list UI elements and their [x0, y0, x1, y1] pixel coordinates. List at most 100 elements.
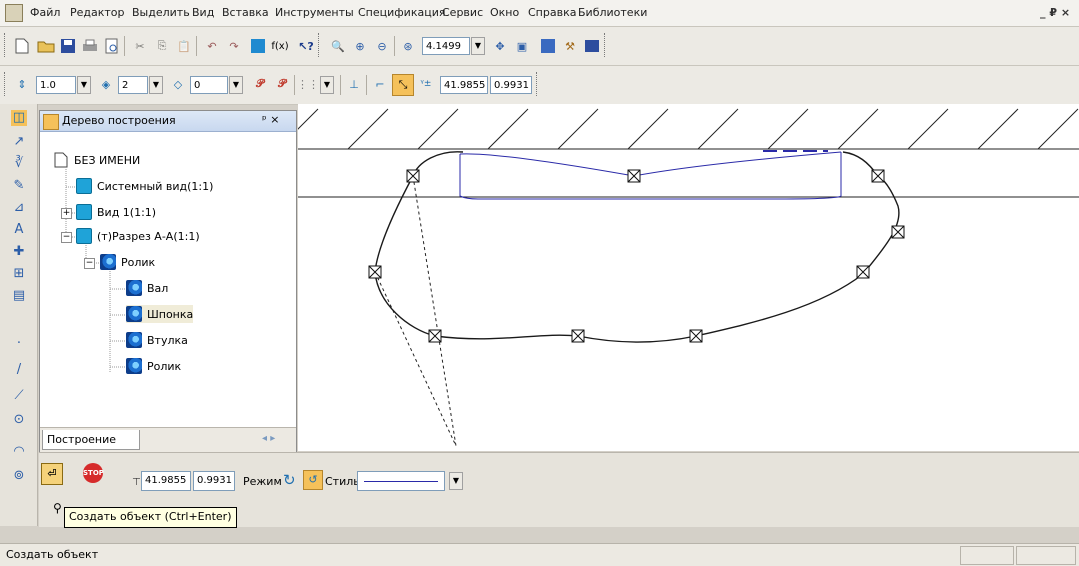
style-dropdown-chevron-icon[interactable]: ▼ — [229, 76, 243, 94]
stop-icon[interactable]: STOP — [83, 463, 104, 483]
menu-select[interactable]: Выделить — [132, 6, 190, 19]
style-label: Стиль — [325, 475, 360, 488]
line-icon[interactable]: / — [11, 362, 27, 378]
tree-item-key[interactable]: Шпонка — [126, 305, 194, 323]
pan-icon[interactable]: ✥ — [490, 36, 510, 56]
app-icon[interactable] — [5, 4, 23, 22]
segment-icon[interactable]: ⟋ — [11, 388, 27, 404]
local-cs-icon[interactable]: ⊥ — [344, 74, 364, 94]
line-style-dropdown-chevron-icon[interactable]: ▼ — [449, 472, 463, 490]
zoom-out-icon[interactable]: ⊖ — [372, 36, 392, 56]
menu-help[interactable]: Справка — [528, 6, 576, 19]
manager-icon[interactable] — [582, 36, 602, 56]
cut-icon[interactable]: ✂ — [130, 36, 150, 56]
coord-y-field[interactable]: 0.9931 — [490, 76, 532, 94]
menu-editor[interactable]: Редактор — [70, 6, 125, 19]
editing-icon[interactable]: ✎ — [11, 178, 27, 194]
point-x-field[interactable]: 41.9855 — [141, 471, 191, 491]
layer-dropdown-chevron-icon[interactable]: ▼ — [149, 76, 163, 94]
scale-dropdown-chevron-icon[interactable]: ▼ — [77, 76, 91, 94]
tooltip: Создать объект (Ctrl+Enter) — [64, 507, 237, 528]
tab-construction[interactable]: Построение — [42, 430, 140, 450]
local-snap-icon[interactable]: 𝒫 — [272, 74, 292, 94]
tree-item-roller[interactable]: Ролик — [126, 357, 181, 375]
parametrization-icon[interactable]: ⊿ — [11, 200, 27, 216]
new-document-icon[interactable] — [12, 36, 32, 56]
drawing-canvas[interactable] — [277, 104, 1079, 451]
select-icon[interactable]: ✚ — [11, 244, 27, 260]
geometry-tab-icon[interactable]: ◫ — [11, 110, 27, 126]
tree-item-roller-assembly[interactable]: Ролик — [100, 253, 155, 271]
open-icon[interactable] — [36, 36, 56, 56]
circle-icon[interactable]: ⊙ — [11, 412, 27, 428]
layer-input[interactable]: 2 — [118, 76, 148, 94]
symbols-icon[interactable]: ∛ — [11, 156, 27, 172]
save-icon[interactable] — [58, 36, 78, 56]
print-icon[interactable] — [80, 36, 100, 56]
tree-item-bushing[interactable]: Втулка — [126, 331, 188, 349]
collapse-minus-icon[interactable]: − — [61, 232, 72, 243]
ellipse-icon[interactable]: ⊚ — [11, 468, 27, 484]
print-preview-icon[interactable] — [102, 36, 122, 56]
menu-libraries[interactable]: Библиотеки — [578, 6, 647, 19]
scale-input[interactable]: 1.0 — [36, 76, 76, 94]
menu-service[interactable]: Сервис — [442, 6, 483, 19]
paste-icon[interactable]: 📋 — [174, 36, 194, 56]
round-icon[interactable]: ⤡ — [392, 74, 414, 96]
menu-view[interactable]: Вид — [192, 6, 214, 19]
view-icon — [76, 228, 92, 244]
menu-specification[interactable]: Спецификация — [358, 6, 445, 19]
properties-icon[interactable] — [538, 36, 558, 56]
tree-item-system-view[interactable]: Системный вид(1:1) — [76, 177, 213, 195]
expand-plus-icon[interactable]: + — [61, 208, 72, 219]
spline-control-points[interactable] — [368, 169, 905, 343]
create-object-button[interactable]: ⏎ — [41, 463, 63, 485]
closed-curve-icon[interactable]: ↺ — [303, 470, 323, 490]
help-pointer-icon[interactable]: ↖? — [296, 36, 316, 56]
function-icon[interactable]: f(x) — [270, 36, 290, 56]
variables-icon[interactable] — [248, 36, 268, 56]
style-input[interactable]: 0 — [190, 76, 228, 94]
grid-icon[interactable]: ⋮⋮ — [297, 74, 319, 94]
line-style-select[interactable] — [357, 471, 445, 491]
key-top-contour — [459, 151, 842, 177]
point-icon[interactable]: · — [11, 336, 27, 352]
mode-label: Режим — [243, 475, 282, 488]
show-all-icon[interactable]: ▣ — [512, 36, 532, 56]
tree-tab-strip: Построение ◂ ▸ — [40, 427, 296, 452]
point-y-field[interactable]: 0.9931 — [193, 471, 235, 491]
zoom-input[interactable]: 4.1499 — [422, 37, 470, 55]
tree-item-document[interactable]: БЕЗ ИМЕНИ — [54, 151, 140, 169]
tree-item-section-a-a[interactable]: (т)Разрез А-А(1:1) — [76, 227, 200, 245]
menu-tools[interactable]: Инструменты — [275, 6, 354, 19]
grid-dropdown-chevron-icon[interactable]: ▼ — [320, 76, 334, 94]
undo-icon[interactable]: ↶ — [202, 36, 222, 56]
construction-tree-panel: Дерево построения ᵖ × БЕЗ ИМЕНИ Системны… — [39, 110, 297, 452]
open-curve-icon[interactable]: ↻ — [283, 471, 301, 489]
zoom-dropdown-chevron-icon[interactable]: ▼ — [471, 37, 485, 55]
tools-icon[interactable]: ⚒ — [560, 36, 580, 56]
measure-icon[interactable]: A — [11, 222, 27, 238]
ortho-icon[interactable]: ⌐ — [370, 74, 390, 94]
cursor-coords-icon: ᵞ± — [420, 79, 432, 89]
tree-item-view-1[interactable]: Вид 1(1:1) — [76, 203, 156, 221]
menu-file[interactable]: Файл — [30, 6, 60, 19]
associative-views-icon[interactable]: ⊞ — [11, 266, 27, 282]
tab-scroll-arrows-icon[interactable]: ◂ ▸ — [262, 433, 275, 444]
arc-icon[interactable]: ◠ — [11, 444, 27, 460]
window-controls[interactable]: _ ₽ × — [1040, 6, 1070, 19]
coord-x-field[interactable]: 41.9855 — [440, 76, 488, 94]
zoom-scale-icon[interactable]: ⊛ — [398, 36, 418, 56]
redo-icon[interactable]: ↷ — [224, 36, 244, 56]
spec-icon[interactable]: ▤ — [11, 288, 27, 304]
menu-window[interactable]: Окно — [490, 6, 519, 19]
snap-icon[interactable]: 𝒫 — [250, 74, 270, 94]
options-icon[interactable]: ⚲ — [53, 501, 62, 515]
copy-icon[interactable]: ⎘ — [152, 36, 172, 56]
collapse-minus-icon[interactable]: − — [84, 258, 95, 269]
zoom-in-icon[interactable]: ⊕ — [350, 36, 370, 56]
zoom-window-icon[interactable]: 🔍 — [328, 36, 348, 56]
menu-insert[interactable]: Вставка — [222, 6, 269, 19]
dimensions-icon[interactable]: ↗ — [11, 134, 27, 150]
tree-item-shaft[interactable]: Вал — [126, 279, 168, 297]
